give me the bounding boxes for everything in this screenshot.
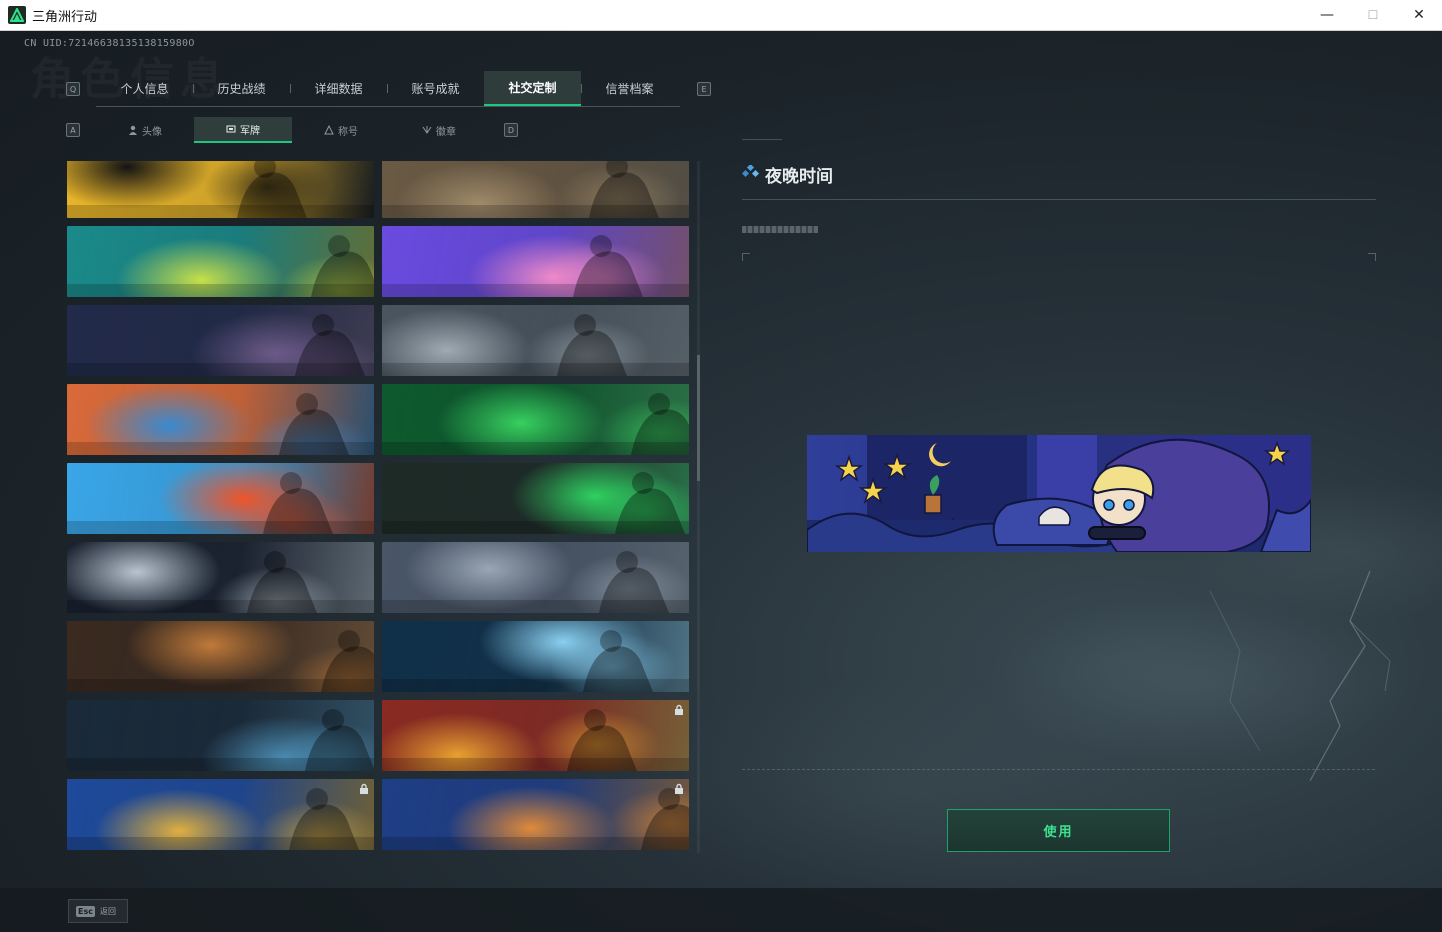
title-icon [324, 125, 334, 135]
banner-scrollbar[interactable] [697, 161, 700, 853]
game-viewport: 角色信息 CN UID:7214663813513815980O Q 个人信息历… [0, 31, 1442, 932]
sub-tab-label: 头像 [142, 126, 162, 138]
detail-deco-line [742, 139, 782, 140]
banner-artwork [382, 551, 689, 613]
banner-card-green-flame[interactable] [382, 384, 689, 455]
banner-artwork [67, 788, 374, 850]
banner-card-orange-jets[interactable] [382, 779, 689, 850]
banner-card-desert-dust[interactable] [382, 161, 689, 218]
minimize-button[interactable]: — [1304, 0, 1350, 31]
sub-tab-2[interactable]: 称号 [292, 117, 390, 143]
bottom-bar [0, 888, 1442, 932]
banner-name: 夜晚时间 [765, 167, 833, 187]
preview-bottom-line [742, 769, 1376, 770]
banner-artwork [67, 472, 374, 534]
banner-artwork [67, 630, 374, 692]
main-tab-1[interactable]: 历史战绩 [193, 71, 290, 106]
banner-card-yellow-graffiti[interactable] [67, 161, 374, 218]
banner-card-signature-green[interactable] [382, 463, 689, 534]
banner-artwork [67, 161, 374, 218]
prev-subtab-key-hint[interactable]: A [66, 123, 80, 137]
banner-card-gingerbread-bow[interactable] [67, 779, 374, 850]
banner-preview [807, 435, 1311, 552]
use-button[interactable]: 使用 [947, 809, 1170, 852]
person-icon [129, 125, 137, 135]
maximize-button[interactable]: ☐ [1350, 0, 1396, 31]
banner-artwork [382, 630, 689, 692]
banner-card-fries-cartoon[interactable] [67, 463, 374, 534]
back-button[interactable]: Esc 返回 [68, 899, 128, 923]
tag-icon [226, 125, 236, 133]
banner-artwork [382, 161, 689, 218]
banner-artwork [382, 709, 689, 771]
banner-artwork [67, 551, 374, 613]
banner-card-city-soldier[interactable] [382, 542, 689, 613]
banner-card-desert-atv[interactable] [67, 384, 374, 455]
banner-card-axe-ice[interactable] [382, 621, 689, 692]
sub-tab-0[interactable]: 头像 [96, 117, 194, 143]
user-uid: CN UID:7214663813513815980O [24, 38, 195, 49]
sub-tabs: 头像 军牌 称号 徽章 [96, 117, 488, 143]
next-subtab-key-hint[interactable]: D [504, 123, 518, 137]
banner-artwork [67, 235, 374, 297]
app-logo-icon [8, 6, 26, 24]
lock-icon [675, 783, 683, 794]
frame-corner [742, 253, 750, 261]
detail-divider [742, 199, 1376, 200]
main-tab-2[interactable]: 详细数据 [290, 71, 387, 106]
banner-grid [67, 161, 689, 853]
main-tab-4[interactable]: 社交定制 [484, 71, 581, 106]
banner-artwork [382, 393, 689, 455]
esc-key-label: Esc [76, 905, 95, 917]
prev-tab-key-hint[interactable]: Q [66, 82, 80, 96]
banner-card-explosion-gun[interactable] [382, 700, 689, 771]
window-titlebar: 三角洲行动 — ☐ ✕ [0, 0, 1442, 31]
banner-artwork [67, 314, 374, 376]
banner-artwork [382, 314, 689, 376]
sub-tab-label: 军牌 [240, 125, 260, 137]
banner-card-neon-sketch[interactable] [67, 226, 374, 297]
banner-card-anime-pink-blue[interactable] [382, 226, 689, 297]
main-tabs: 个人信息 历史战绩 详细数据 账号成就 社交定制 信誉档案 [96, 71, 680, 107]
banner-artwork [67, 709, 374, 771]
main-tab-3[interactable]: 账号成就 [387, 71, 484, 106]
sub-tab-label: 徽章 [436, 126, 456, 138]
sub-tab-label: 称号 [338, 126, 358, 138]
lock-icon [675, 704, 683, 715]
frame-corner [1368, 253, 1376, 261]
main-tab-0[interactable]: 个人信息 [96, 71, 193, 106]
window-title: 三角洲行动 [32, 9, 98, 25]
sub-tab-1[interactable]: 军牌 [194, 117, 292, 143]
banner-card-knife-fighter[interactable] [67, 621, 374, 692]
banner-card-night-battle[interactable] [67, 305, 374, 376]
lightning-decoration [1209, 570, 1391, 782]
back-label: 返回 [99, 906, 116, 916]
next-tab-key-hint[interactable]: E [697, 82, 711, 96]
banner-card-blade-neon[interactable] [67, 700, 374, 771]
banner-artwork [382, 472, 689, 534]
banner-artwork [382, 235, 689, 297]
lock-icon [360, 783, 368, 794]
main-tab-5[interactable]: 信誉档案 [581, 71, 678, 106]
banner-artwork [67, 393, 374, 455]
banner-card-astronaut-moon[interactable] [67, 542, 374, 613]
banner-artwork [382, 788, 689, 850]
badge-icon [422, 126, 432, 134]
sub-tab-3[interactable]: 徽章 [390, 117, 488, 143]
scroll-thumb[interactable] [697, 355, 700, 481]
diamond-cluster-icon [742, 165, 760, 178]
banner-card-jet-pilot[interactable] [382, 305, 689, 376]
close-button[interactable]: ✕ [1396, 0, 1442, 31]
banner-source-text [742, 226, 818, 233]
